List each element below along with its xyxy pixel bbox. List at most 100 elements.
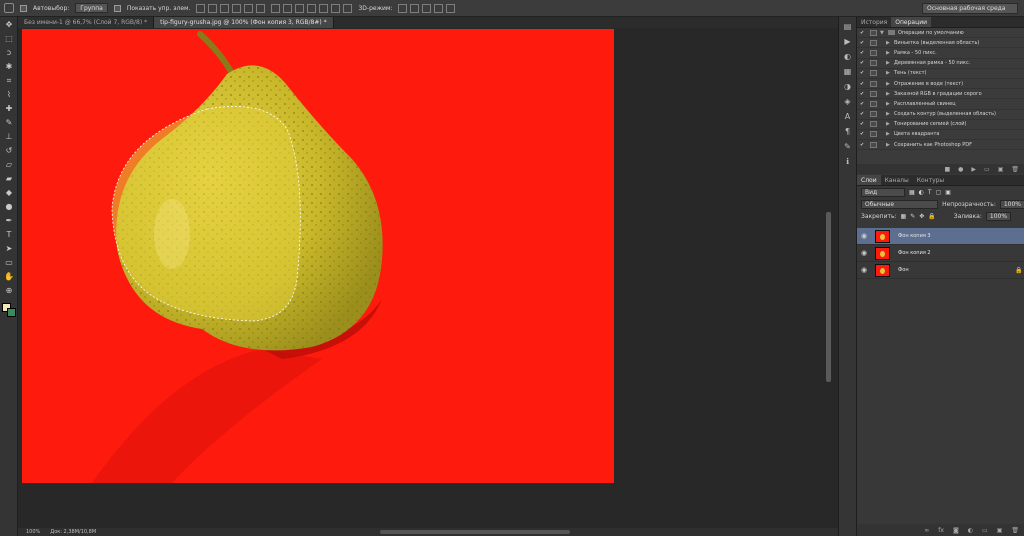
- dialog-toggle-icon[interactable]: [870, 141, 877, 148]
- action-item[interactable]: ✔ ▶ Тень (текст): [857, 69, 1024, 79]
- dialog-toggle-icon[interactable]: [870, 121, 877, 128]
- action-item[interactable]: ✔ ▶ Деревянная рамка - 50 пикс.: [857, 59, 1024, 69]
- roll-3d-icon[interactable]: [410, 3, 420, 13]
- expand-arrow-icon[interactable]: ▶: [886, 121, 894, 127]
- align-left-icon[interactable]: [232, 3, 242, 13]
- pen-tool-icon[interactable]: ✒: [3, 215, 15, 227]
- history-brush-tool-icon[interactable]: ↺: [3, 145, 15, 157]
- character-panel-icon[interactable]: A: [842, 111, 853, 122]
- expand-arrow-icon[interactable]: ▶: [886, 101, 894, 107]
- workspace-switcher[interactable]: Основная рабочая среда: [922, 3, 1018, 14]
- check-icon[interactable]: ✔: [860, 60, 866, 66]
- expand-arrow-icon[interactable]: ▶: [886, 40, 894, 46]
- tab-actions[interactable]: Операции: [891, 17, 931, 27]
- adjustments-panel-icon[interactable]: ◑: [842, 81, 853, 92]
- brush-panel-icon[interactable]: ✎: [842, 141, 853, 152]
- action-set[interactable]: ✔ ▼ Операции по умолчанию: [857, 28, 1024, 39]
- dialog-toggle-icon[interactable]: [870, 90, 877, 97]
- marquee-tool-icon[interactable]: ⬚: [3, 33, 15, 45]
- dialog-toggle-icon[interactable]: [870, 60, 877, 67]
- info-panel-icon[interactable]: ℹ: [842, 156, 853, 167]
- blend-mode-dropdown[interactable]: Обычные: [861, 199, 939, 209]
- quick-select-tool-icon[interactable]: ✱: [3, 61, 15, 73]
- check-icon[interactable]: ✔: [860, 121, 866, 127]
- action-item[interactable]: ✔ ▶ Создать контур (выделенная область): [857, 110, 1024, 120]
- layer-filter-dropdown[interactable]: Вид: [861, 187, 905, 197]
- vertical-scrollbar[interactable]: [826, 212, 831, 382]
- path-select-tool-icon[interactable]: ➤: [3, 243, 15, 255]
- check-icon[interactable]: ✔: [860, 101, 866, 107]
- expand-arrow-icon[interactable]: ▶: [886, 131, 894, 137]
- zoom-tool-icon[interactable]: ⊕: [3, 285, 15, 297]
- dialog-toggle-icon[interactable]: [870, 29, 877, 36]
- action-item[interactable]: ✔ ▶ Цвета квадранта: [857, 130, 1024, 141]
- expand-arrow-icon[interactable]: ▼: [880, 30, 888, 36]
- stamp-tool-icon[interactable]: ⊥: [3, 131, 15, 143]
- horizontal-scrollbar[interactable]: [380, 530, 570, 534]
- check-icon[interactable]: ✔: [860, 142, 866, 148]
- filter-type-icon[interactable]: T: [928, 189, 932, 196]
- distribute-top-icon[interactable]: [271, 3, 281, 13]
- new-group-icon[interactable]: ▭: [982, 527, 988, 534]
- expand-arrow-icon[interactable]: ▶: [886, 142, 894, 148]
- check-icon[interactable]: ✔: [860, 70, 866, 76]
- move-tool-preset-icon[interactable]: [4, 3, 14, 13]
- tab-paths[interactable]: Контуры: [913, 175, 948, 185]
- visibility-eye-icon[interactable]: ◉: [857, 232, 871, 240]
- align-right-icon[interactable]: [256, 3, 266, 13]
- auto-align-icon[interactable]: [343, 3, 353, 13]
- lock-position-icon[interactable]: ✥: [919, 213, 924, 220]
- tab-untitled-1[interactable]: Без имени-1 @ 66,7% (Слой 7, RGB/8) *: [18, 17, 155, 28]
- check-icon[interactable]: ✔: [860, 40, 866, 46]
- show-controls-checkbox[interactable]: [113, 4, 121, 12]
- expand-arrow-icon[interactable]: ▶: [886, 91, 894, 97]
- layer-name[interactable]: Фон: [898, 267, 1015, 273]
- delete-layer-icon[interactable]: 🗑: [1011, 527, 1019, 534]
- stop-icon[interactable]: ■: [944, 166, 950, 173]
- trash-icon[interactable]: 🗑: [1011, 166, 1019, 173]
- doc-size-info[interactable]: Док: 2,38M/10,8M: [50, 529, 96, 535]
- action-item[interactable]: ✔ ▶ Заказной RGB в градации серого: [857, 89, 1024, 100]
- dialog-toggle-icon[interactable]: [870, 131, 877, 138]
- swatches-panel-icon[interactable]: ▦: [842, 66, 853, 77]
- dialog-toggle-icon[interactable]: [870, 100, 877, 107]
- play-icon[interactable]: ▶: [971, 166, 976, 173]
- expand-arrow-icon[interactable]: ▶: [886, 50, 894, 56]
- scale-3d-icon[interactable]: [446, 3, 456, 13]
- actions-panel-icon[interactable]: ▶: [842, 36, 853, 47]
- check-icon[interactable]: ✔: [860, 30, 866, 36]
- layer-row[interactable]: ◉ Фон копия 2: [857, 245, 1024, 262]
- canvas-area[interactable]: [18, 28, 838, 528]
- action-item[interactable]: ✔ ▶ Сохранить как Photoshop PDF: [857, 140, 1024, 151]
- dialog-toggle-icon[interactable]: [870, 70, 877, 77]
- filter-shape-icon[interactable]: ▢: [936, 189, 942, 196]
- document-canvas[interactable]: [22, 29, 614, 483]
- distribute-hcenter-icon[interactable]: [319, 3, 329, 13]
- zoom-level[interactable]: 100%: [26, 529, 40, 535]
- align-hcenter-icon[interactable]: [244, 3, 254, 13]
- autoselect-checkbox[interactable]: [20, 4, 27, 12]
- check-icon[interactable]: ✔: [860, 91, 866, 97]
- action-item[interactable]: ✔ ▶ Виньетка (выделенная область): [857, 38, 1024, 49]
- lock-pixels-icon[interactable]: ▦: [901, 213, 907, 220]
- filter-smart-icon[interactable]: ▣: [945, 189, 951, 196]
- dodge-tool-icon[interactable]: ●: [3, 201, 15, 213]
- rotate-3d-icon[interactable]: [398, 3, 408, 13]
- new-set-icon[interactable]: ▭: [984, 166, 990, 173]
- shape-tool-icon[interactable]: ▭: [3, 257, 15, 269]
- action-item[interactable]: ✔ ▶ Тонирование сепией (слой): [857, 120, 1024, 130]
- record-icon[interactable]: ●: [958, 166, 963, 173]
- expand-arrow-icon[interactable]: ▶: [886, 111, 894, 117]
- dialog-toggle-icon[interactable]: [870, 111, 877, 118]
- opacity-field[interactable]: 100%: [999, 199, 1024, 209]
- layer-row[interactable]: ◉ Фон 🔒: [857, 262, 1024, 279]
- color-swatches[interactable]: [2, 303, 16, 317]
- styles-panel-icon[interactable]: ◈: [842, 96, 853, 107]
- filter-pixel-icon[interactable]: ▦: [909, 189, 915, 196]
- distribute-bottom-icon[interactable]: [295, 3, 305, 13]
- distribute-vcenter-icon[interactable]: [283, 3, 293, 13]
- dialog-toggle-icon[interactable]: [870, 80, 877, 87]
- eraser-tool-icon[interactable]: ▱: [3, 159, 15, 171]
- check-icon[interactable]: ✔: [860, 81, 866, 87]
- lock-paint-icon[interactable]: ✎: [910, 213, 915, 220]
